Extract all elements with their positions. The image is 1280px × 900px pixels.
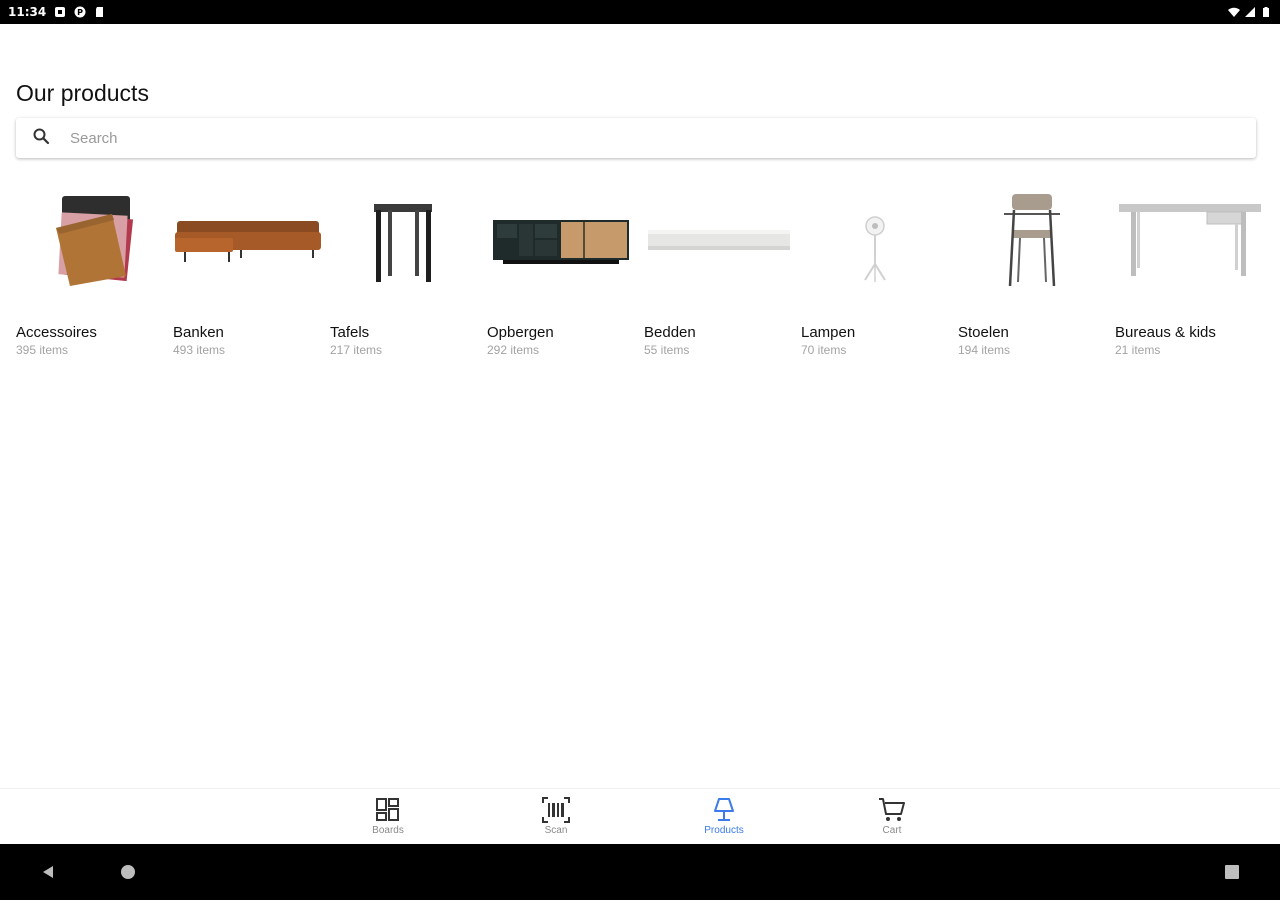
home-button[interactable] (98, 844, 158, 900)
battery-icon (1260, 6, 1272, 18)
category-image-opbergen (487, 186, 635, 296)
category-image-accessoires (16, 186, 164, 296)
category-grid: Accessoires 395 items Banken 493 items T… (16, 186, 1272, 357)
back-icon (43, 866, 53, 878)
search-bar[interactable] (16, 118, 1256, 158)
category-count: 217 items (330, 343, 383, 357)
home-icon (121, 865, 135, 879)
search-icon (32, 127, 50, 150)
notification-icon (54, 6, 66, 18)
category-name: Bureaus & kids (1115, 324, 1216, 341)
category-count: 395 items (16, 343, 69, 357)
category-count: 21 items (1115, 343, 1161, 357)
recents-button[interactable] (1202, 844, 1262, 900)
back-button[interactable] (18, 844, 78, 900)
category-count: 70 items (801, 343, 847, 357)
signal-icon (1244, 6, 1256, 18)
category-bureaus-kids[interactable]: Bureaus & kids 21 items (1115, 186, 1272, 357)
category-tafels[interactable]: Tafels 217 items (330, 186, 487, 357)
category-count: 493 items (173, 343, 226, 357)
category-name: Accessoires (16, 324, 97, 341)
app-icon: P (74, 6, 86, 18)
category-image-stoelen (958, 186, 1106, 296)
nav-cart[interactable]: Cart (852, 795, 932, 836)
category-image-bedden (644, 186, 792, 296)
category-accessoires[interactable]: Accessoires 395 items (16, 186, 173, 357)
category-count: 55 items (644, 343, 690, 357)
category-image-bureaus-kids (1115, 186, 1263, 296)
category-name: Bedden (644, 324, 696, 341)
nav-label: Scan (544, 825, 568, 836)
category-name: Banken (173, 324, 224, 341)
category-name: Tafels (330, 324, 370, 341)
bottom-nav: Boards Scan Products Cart (0, 788, 1280, 844)
search-input[interactable] (70, 129, 1170, 147)
nav-label: Cart (882, 825, 902, 836)
category-count: 194 items (958, 343, 1011, 357)
nav-products[interactable]: Products (684, 795, 764, 836)
category-image-banken (173, 186, 321, 296)
cart-icon (879, 798, 905, 821)
category-count: 292 items (487, 343, 540, 357)
category-name: Stoelen (958, 324, 1009, 341)
category-stoelen[interactable]: Stoelen 194 items (958, 186, 1115, 357)
category-name: Opbergen (487, 324, 554, 341)
category-lampen[interactable]: Lampen 70 items (801, 186, 958, 357)
category-image-tafels (330, 186, 478, 296)
category-bedden[interactable]: Bedden 55 items (644, 186, 801, 357)
svg-text:P: P (77, 8, 83, 17)
recents-icon (1225, 865, 1239, 879)
lamp-icon (714, 798, 734, 821)
page-title: Our products (16, 80, 149, 106)
category-name: Lampen (801, 324, 856, 341)
category-banken[interactable]: Banken 493 items (173, 186, 330, 357)
nav-boards[interactable]: Boards (348, 795, 428, 836)
category-image-lampen (801, 186, 949, 296)
barcode-scan-icon (542, 797, 570, 823)
status-bar: 11:34 P (0, 0, 1280, 24)
wifi-icon (1228, 6, 1240, 18)
nav-scan[interactable]: Scan (516, 795, 596, 836)
nav-label: Boards (372, 825, 404, 836)
category-opbergen[interactable]: Opbergen 292 items (487, 186, 644, 357)
status-time: 11:34 (8, 5, 47, 19)
boards-icon (376, 798, 399, 821)
sdcard-icon (94, 6, 106, 18)
system-nav-bar (0, 844, 1280, 900)
nav-label: Products (704, 825, 744, 836)
